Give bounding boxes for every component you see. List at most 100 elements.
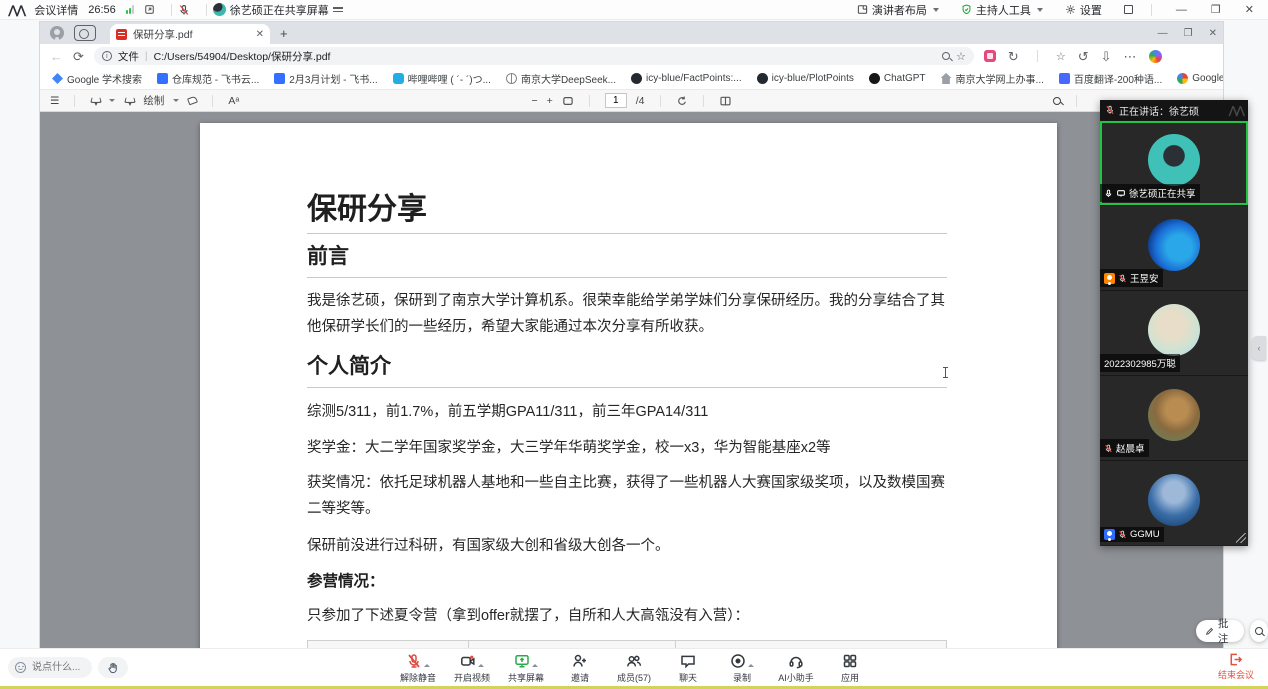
chevron-down-icon bbox=[933, 8, 939, 12]
github-icon bbox=[757, 73, 768, 84]
meeting-minimize-button[interactable]: — bbox=[1170, 4, 1193, 16]
annotate-button[interactable]: 批注 bbox=[1196, 620, 1244, 642]
bookmark-item[interactable]: 百度翻译-200种语... bbox=[1059, 71, 1162, 86]
search-icon[interactable] bbox=[1053, 97, 1061, 105]
unmute-button[interactable]: 解除静音 bbox=[394, 652, 442, 684]
browser-profile-icon[interactable] bbox=[50, 26, 64, 40]
rotate-icon[interactable] bbox=[676, 95, 688, 107]
sharer-chip[interactable]: 徐艺硕正在共享屏幕 bbox=[213, 2, 343, 18]
page-number-input[interactable] bbox=[605, 93, 627, 108]
add-text-icon[interactable]: Aᵃ bbox=[228, 95, 239, 107]
panel-collapse-tab[interactable]: ‹ bbox=[1252, 336, 1266, 360]
address-bar[interactable]: i 文件 | C:/Users/54904/Desktop/保研分享.pdf ☆ bbox=[94, 47, 974, 65]
sharer-menu-icon[interactable] bbox=[333, 5, 343, 14]
ai-assistant-button[interactable]: AI小助手 bbox=[772, 652, 820, 684]
chat-input-box[interactable] bbox=[8, 657, 92, 678]
history-icon[interactable]: ↺ bbox=[1078, 50, 1089, 63]
members-button[interactable]: 成员(57) bbox=[610, 652, 658, 684]
meeting-detail-button[interactable]: 会议详情 bbox=[34, 2, 78, 18]
pencil-icon bbox=[1205, 626, 1214, 637]
highlighter-icon[interactable] bbox=[90, 96, 100, 106]
toolbar-dock: 解除静音 开启视频 共享屏幕 邀请 bbox=[394, 652, 874, 684]
emoji-icon[interactable] bbox=[15, 662, 26, 673]
pdf-canvas[interactable]: 保研分享 前言 我是徐艺硕，保研到了南京大学计算机系。很荣幸能给学弟学妹们分享保… bbox=[40, 112, 1223, 648]
copilot-icon[interactable] bbox=[1149, 50, 1162, 63]
avatar bbox=[1148, 134, 1200, 186]
magnifier-button[interactable] bbox=[1250, 620, 1268, 642]
meeting-maximize-button[interactable]: ❐ bbox=[1205, 3, 1227, 16]
page-info-icon[interactable]: i bbox=[102, 51, 112, 61]
fullscreen-icon[interactable] bbox=[1124, 5, 1133, 14]
video-tile[interactable]: 2022302985万聪 bbox=[1100, 290, 1248, 375]
zoom-out-page-icon[interactable] bbox=[942, 52, 950, 60]
favorite-star-icon[interactable]: ☆ bbox=[956, 50, 966, 63]
host-tools-button[interactable]: 主持人工具 bbox=[961, 2, 1043, 18]
zoom-in-icon[interactable]: + bbox=[547, 95, 553, 107]
favorites-bar-icon[interactable]: ☆ bbox=[1056, 50, 1066, 63]
more-menu-icon[interactable]: ⋯ bbox=[1124, 50, 1137, 63]
pdf-page: 保研分享 前言 我是徐艺硕，保研到了南京大学计算机系。很荣幸能给学弟学妹们分享保… bbox=[200, 123, 1057, 648]
page-view-icon[interactable] bbox=[719, 95, 732, 107]
refresh-extension-icon[interactable]: ↻ bbox=[1008, 50, 1019, 63]
bookmark-item[interactable]: icy-blue/FactPoints:... bbox=[631, 73, 742, 84]
bookmark-item[interactable]: Google bbox=[1177, 73, 1223, 84]
bookmark-item[interactable]: 南京大学网上办事... bbox=[941, 71, 1044, 86]
raise-hand-icon bbox=[107, 662, 119, 674]
doc-paragraph: 只参加了下述夏令营（拿到offer就摆了，自所和人大高瓴没有入营）： bbox=[307, 604, 947, 628]
settings-button[interactable]: 设置 bbox=[1065, 2, 1102, 18]
browser-workspaces-icon[interactable] bbox=[74, 25, 96, 41]
shared-browser-window: 保研分享.pdf ✕ + — ❐ ✕ ← ⟳ i 文件 | C:/Users/5… bbox=[40, 22, 1223, 648]
browser-maximize-button[interactable]: ❐ bbox=[1184, 28, 1193, 39]
chevron-down-icon[interactable] bbox=[173, 99, 179, 102]
screen-share-icon bbox=[1116, 189, 1126, 198]
sharer-avatar bbox=[213, 3, 226, 16]
chat-button[interactable]: 聊天 bbox=[664, 652, 712, 684]
open-window-icon[interactable] bbox=[144, 4, 155, 15]
video-tile[interactable]: 徐艺硕正在共享 bbox=[1100, 120, 1248, 205]
bookmark-item[interactable]: icy-blue/PlotPoints bbox=[757, 73, 854, 84]
meeting-bottombar: 解除静音 开启视频 共享屏幕 邀请 bbox=[0, 648, 1268, 686]
new-tab-button[interactable]: + bbox=[280, 26, 288, 41]
chevron-up-icon[interactable] bbox=[478, 664, 484, 667]
layout-button[interactable]: 演讲者布局 bbox=[857, 2, 939, 18]
panel-resize-handle[interactable] bbox=[1236, 533, 1246, 543]
reload-icon[interactable]: ⟳ bbox=[73, 50, 84, 63]
chevron-up-icon[interactable] bbox=[532, 664, 538, 667]
invite-button[interactable]: 邀请 bbox=[556, 652, 604, 684]
video-tile[interactable]: GGMU bbox=[1100, 460, 1248, 545]
end-meeting-button[interactable]: 结束会议 bbox=[1218, 652, 1254, 681]
record-button[interactable]: 录制 bbox=[718, 652, 766, 684]
browser-close-button[interactable]: ✕ bbox=[1209, 28, 1217, 39]
bookmark-item[interactable]: Google 学术搜索 bbox=[52, 71, 142, 86]
share-screen-button[interactable]: 共享屏幕 bbox=[502, 652, 550, 684]
chat-input[interactable] bbox=[30, 661, 86, 674]
fit-page-icon[interactable] bbox=[562, 95, 574, 107]
extension-icon[interactable] bbox=[984, 50, 996, 62]
raise-hand-button[interactable] bbox=[98, 657, 128, 678]
bookmark-item[interactable]: 南京大学DeepSeek... bbox=[506, 71, 616, 86]
toc-icon[interactable]: ☰ bbox=[50, 95, 59, 107]
participant-name: 王昱安 bbox=[1130, 271, 1159, 285]
bookmark-item[interactable]: 2月3月计划 - 飞书... bbox=[274, 71, 377, 86]
back-icon[interactable]: ← bbox=[50, 50, 63, 63]
apps-button[interactable]: 应用 bbox=[826, 652, 874, 684]
browser-tab[interactable]: 保研分享.pdf ✕ bbox=[110, 24, 270, 44]
topbar-mic-muted-icon[interactable] bbox=[178, 4, 190, 16]
chevron-up-icon[interactable] bbox=[424, 664, 430, 667]
bookmark-item[interactable]: 仓库规范 - 飞书云... bbox=[157, 71, 259, 86]
bookmark-item[interactable]: 哔哩哔哩 ( ´- ´)つ... bbox=[393, 71, 491, 86]
browser-minimize-button[interactable]: — bbox=[1158, 28, 1168, 39]
video-tile[interactable]: 王昱安 bbox=[1100, 205, 1248, 290]
tab-close-icon[interactable]: ✕ bbox=[256, 29, 264, 40]
eraser-icon[interactable] bbox=[187, 96, 198, 106]
chevron-up-icon[interactable] bbox=[748, 664, 754, 667]
scheme-label: 文件 bbox=[118, 49, 139, 64]
zoom-out-icon[interactable]: − bbox=[531, 95, 537, 107]
video-tile[interactable]: 赵晨卓 bbox=[1100, 375, 1248, 460]
draw-icon[interactable] bbox=[124, 96, 134, 106]
bookmark-item[interactable]: ChatGPT bbox=[869, 73, 926, 84]
meeting-close-button[interactable]: ✕ bbox=[1239, 3, 1260, 16]
downloads-icon[interactable]: ⇩ bbox=[1101, 50, 1112, 63]
start-video-button[interactable]: 开启视频 bbox=[448, 652, 496, 684]
chevron-down-icon[interactable] bbox=[109, 99, 115, 102]
